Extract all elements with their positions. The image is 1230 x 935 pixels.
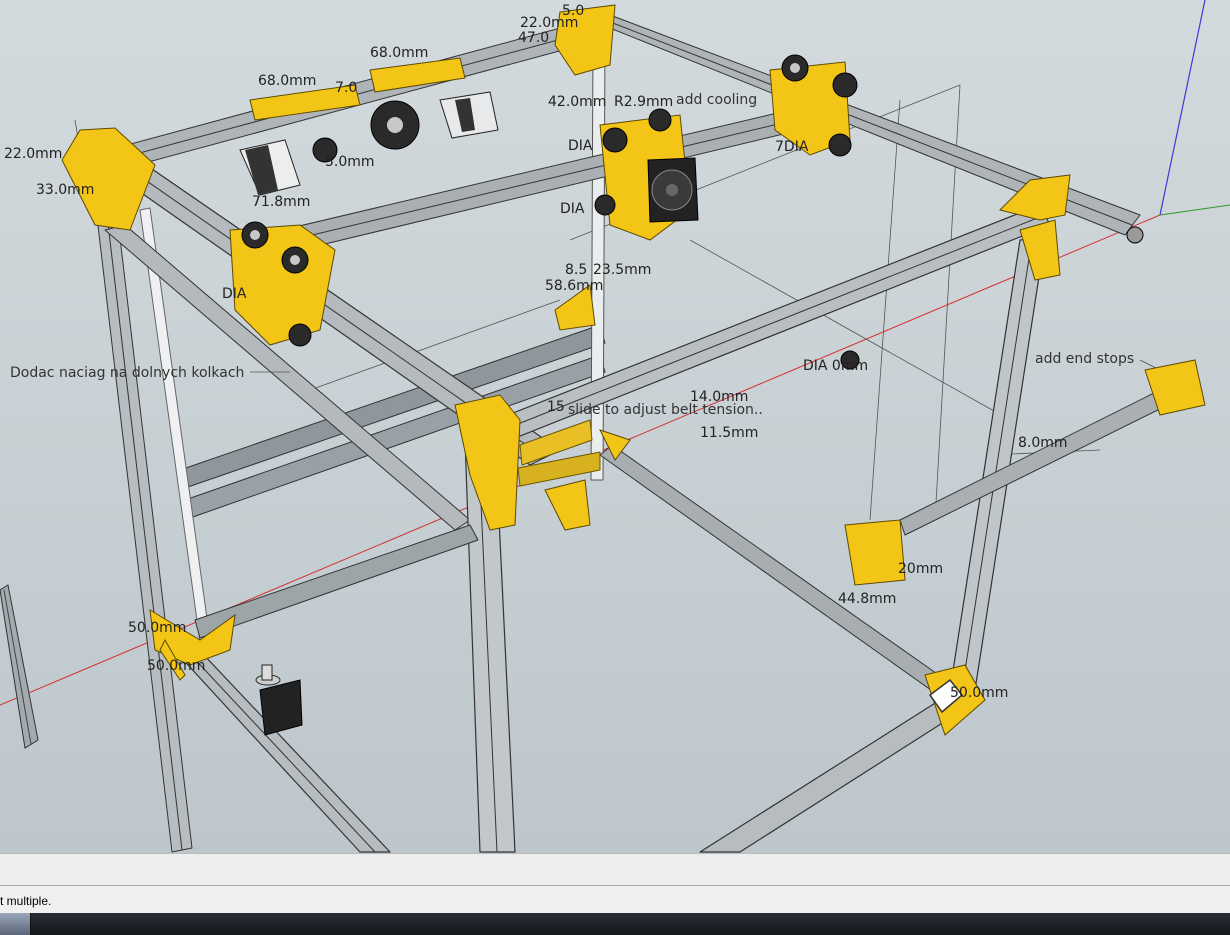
dim-label: 68.0mm <box>370 45 428 61</box>
dim-label: 8.0mm <box>1018 435 1068 451</box>
dim-label: 47.0 <box>518 30 549 46</box>
dim-label: DIA <box>560 201 585 217</box>
dim-label: R2.9mm <box>614 94 673 110</box>
dim-label: 68.0mm <box>258 73 316 89</box>
dim-label: DIA 0mm <box>803 358 868 374</box>
dim-label: 44.8mm <box>838 591 896 607</box>
dim-label: 15 <box>547 399 565 415</box>
dim-label: 5.0 <box>562 3 584 19</box>
dim-label: 33.0mm <box>36 182 94 198</box>
taskbar <box>0 913 1230 935</box>
dim-label: 5.0mm <box>325 154 375 170</box>
dim-label: 7DIA <box>775 139 809 155</box>
note-belt-tension: slide to adjust belt tension.. <box>568 402 763 418</box>
dim-label: 50.0mm <box>128 620 186 636</box>
dim-label: 42.0mm <box>548 94 606 110</box>
dim-label: 7.0 <box>335 80 357 96</box>
dim-label: 8.5 <box>565 262 587 278</box>
status-bar: t multiple. <box>0 885 1230 914</box>
status-text: t multiple. <box>0 894 52 908</box>
note-end-stops: add end stops <box>1035 351 1134 367</box>
dim-label: DIA <box>222 286 247 302</box>
dim-label: 58.6mm <box>545 278 603 294</box>
start-button[interactable] <box>0 913 31 935</box>
measurements-bar <box>0 853 1230 886</box>
3d-viewport[interactable]: 22.0mm 47.0 5.0 68.0mm 68.0mm 7.0 42.0mm… <box>0 0 1230 853</box>
dim-label: 20mm <box>898 561 943 577</box>
dim-label: 22.0mm <box>4 146 62 162</box>
dim-label: 50.0mm <box>950 685 1008 701</box>
dim-label: 11.5mm <box>700 425 758 441</box>
dim-label: DIA <box>568 138 593 154</box>
dim-label: 71.8mm <box>252 194 310 210</box>
dim-label: 50.0mm <box>147 658 205 674</box>
model-canvas[interactable]: 22.0mm 47.0 5.0 68.0mm 68.0mm 7.0 42.0mm… <box>0 0 1230 853</box>
note-naciag: Dodac naciag na dolnych kolkach <box>10 365 244 381</box>
dim-label: 23.5mm <box>593 262 651 278</box>
note-cooling: add cooling <box>676 92 757 108</box>
